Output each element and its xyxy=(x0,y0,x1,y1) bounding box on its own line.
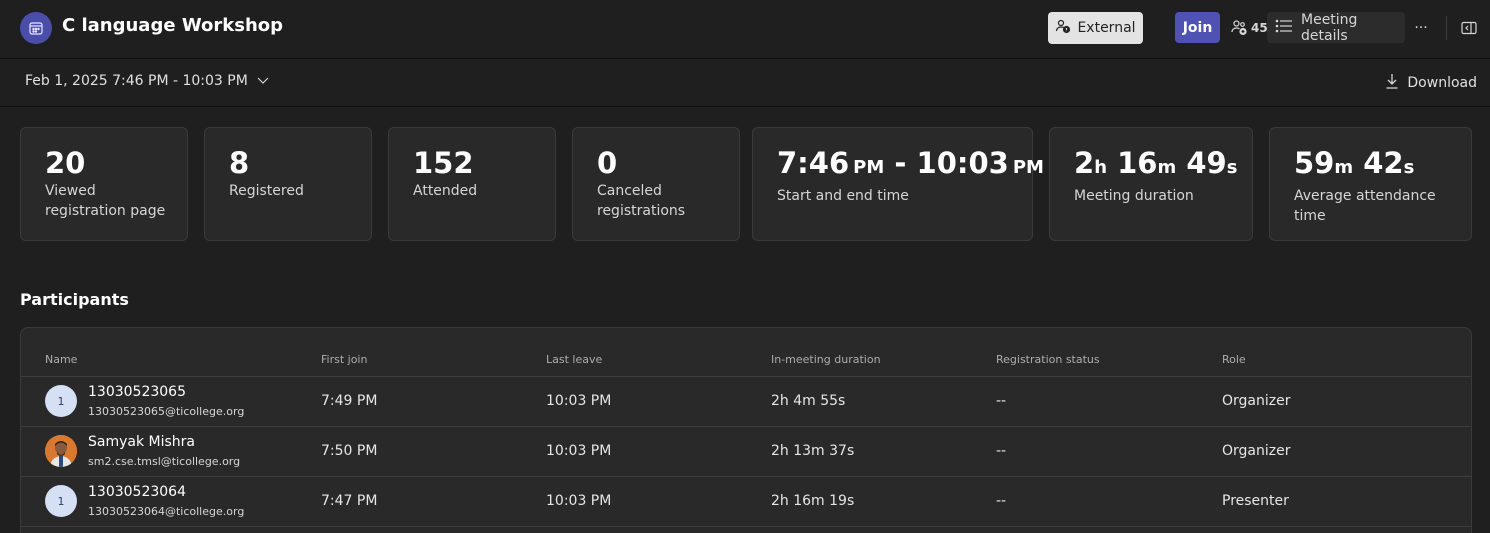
date-toolbar: Feb 1, 2025 7:46 PM - 10:03 PM Download xyxy=(0,60,1490,107)
table-header: Name First join Last leave In-meeting du… xyxy=(21,328,1471,377)
registration-status: -- xyxy=(996,393,1007,409)
stat-card-canceled: 0 Canceled registrations xyxy=(572,127,740,241)
table-row[interactable]: 1 13030523064 13030523064@ticollege.org … xyxy=(21,477,1471,527)
stat-label: Meeting duration xyxy=(1074,188,1194,204)
column-header-name[interactable]: Name xyxy=(45,353,77,366)
role: Organizer xyxy=(1222,443,1291,459)
registration-status: -- xyxy=(996,493,1007,509)
stat-value: 59m 42s xyxy=(1294,146,1415,180)
stat-card-viewed: 20 Viewed registration page xyxy=(20,127,188,241)
participants-title: Participants xyxy=(20,290,129,309)
last-leave: 10:03 PM xyxy=(546,443,612,459)
participants-table: Name First join Last leave In-meeting du… xyxy=(20,327,1472,533)
stat-card-attended: 152 Attended xyxy=(388,127,556,241)
meeting-title: C language Workshop xyxy=(62,15,284,36)
first-join: 7:47 PM xyxy=(321,493,378,509)
profile-photo-icon xyxy=(45,435,77,467)
stat-label: Canceled registrations xyxy=(597,183,686,219)
table-row[interactable]: 1 13030523065 13030523065@ticollege.org … xyxy=(21,377,1471,427)
chevron-down-icon xyxy=(256,73,270,89)
in-meeting-duration: 2h 13m 37s xyxy=(771,443,855,459)
participant-name: Samyak Mishra xyxy=(88,434,195,450)
avatar xyxy=(45,435,77,467)
external-button[interactable]: External xyxy=(1048,12,1143,44)
last-leave: 10:03 PM xyxy=(546,393,612,409)
role: Organizer xyxy=(1222,393,1291,409)
column-header-registration-status[interactable]: Registration status xyxy=(996,353,1100,366)
meeting-header: C language Workshop External Join 45 Mee… xyxy=(0,0,1490,59)
stat-card-registered: 8 Registered xyxy=(204,127,372,241)
date-range-picker[interactable]: Feb 1, 2025 7:46 PM - 10:03 PM xyxy=(25,73,270,89)
download-label: Download xyxy=(1407,75,1477,91)
last-leave: 10:03 PM xyxy=(546,493,612,509)
column-header-last-leave[interactable]: Last leave xyxy=(546,353,602,366)
stat-value: 8 xyxy=(229,146,250,180)
join-button[interactable]: Join xyxy=(1175,12,1220,43)
stat-label: Attended xyxy=(413,183,478,199)
calendar-icon xyxy=(20,12,52,44)
role: Presenter xyxy=(1222,493,1289,509)
stat-card-duration: 2h 16m 49s Meeting duration xyxy=(1049,127,1253,241)
stat-label: Start and end time xyxy=(777,188,909,204)
external-label: External xyxy=(1077,20,1136,36)
list-icon xyxy=(1275,19,1293,37)
stat-value: 0 xyxy=(597,146,618,180)
download-button[interactable]: Download xyxy=(1385,72,1477,94)
external-people-icon xyxy=(1055,18,1071,38)
stat-value: 7:46 PM - 10:03 PM xyxy=(777,146,1044,180)
participant-email: 13030523064@ticollege.org xyxy=(88,505,245,518)
side-panel-icon xyxy=(1461,21,1477,35)
participant-name: 13030523064 xyxy=(88,484,186,500)
stat-value: 20 xyxy=(45,146,86,180)
participant-email: 13030523065@ticollege.org xyxy=(88,405,245,418)
meeting-details-button[interactable]: Meeting details xyxy=(1267,11,1405,44)
first-join: 7:50 PM xyxy=(321,443,378,459)
stat-label: Registered xyxy=(229,183,304,199)
participant-email: sm2.cse.tmsl@ticollege.org xyxy=(88,455,241,468)
date-range: Feb 1, 2025 7:46 PM - 10:03 PM xyxy=(25,73,248,89)
registration-status: -- xyxy=(996,443,1007,459)
header-divider xyxy=(1446,16,1447,40)
stat-label: Average attendance time xyxy=(1294,188,1436,224)
stat-card-start-end: 7:46 PM - 10:03 PM Start and end time xyxy=(752,127,1044,241)
stat-label: Viewed registration page xyxy=(45,183,166,219)
people-icon xyxy=(1230,18,1248,39)
stat-value: 2h 16m 49s xyxy=(1074,146,1238,180)
stat-value: 152 xyxy=(413,146,474,180)
in-meeting-duration: 2h 4m 55s xyxy=(771,393,846,409)
first-join: 7:49 PM xyxy=(321,393,378,409)
table-row[interactable]: Samyak Mishra sm2.cse.tmsl@ticollege.org… xyxy=(21,427,1471,477)
avatar: 1 xyxy=(45,485,77,517)
column-header-duration[interactable]: In-meeting duration xyxy=(771,353,881,366)
in-meeting-duration: 2h 16m 19s xyxy=(771,493,855,509)
download-icon xyxy=(1385,72,1399,94)
more-options-button[interactable]: ··· xyxy=(1411,14,1431,42)
side-panel-button[interactable] xyxy=(1458,16,1480,40)
avatar: 1 xyxy=(45,385,77,417)
stat-card-avg-attendance: 59m 42s Average attendance time xyxy=(1269,127,1472,241)
participants-count-button[interactable]: 45 xyxy=(1230,15,1268,41)
meeting-details-label: Meeting details xyxy=(1301,11,1358,44)
participant-name: 13030523065 xyxy=(88,384,186,400)
participants-count: 45 xyxy=(1251,21,1268,35)
column-header-role[interactable]: Role xyxy=(1222,353,1246,366)
column-header-first-join[interactable]: First join xyxy=(321,353,367,366)
